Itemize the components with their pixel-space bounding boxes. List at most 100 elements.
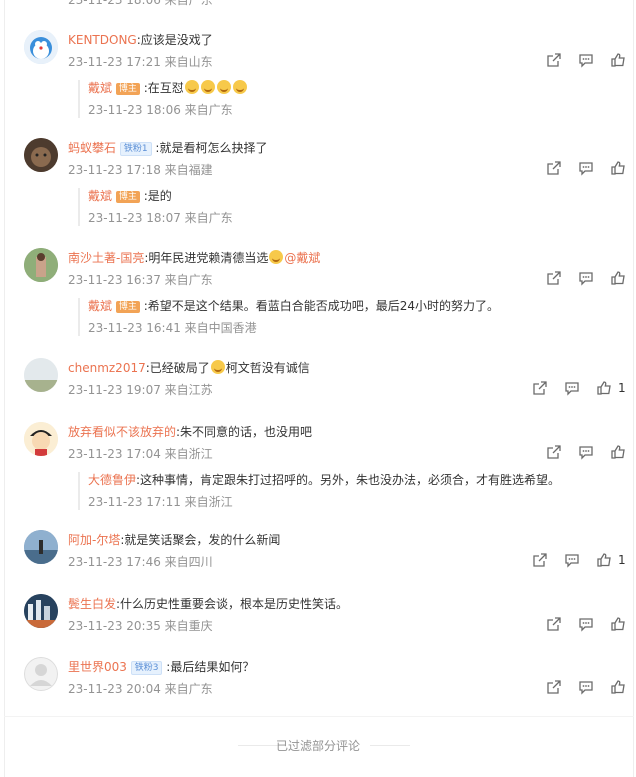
comment-icon[interactable] <box>578 160 594 176</box>
reply-text: :希望不是这个结果。看蓝白合能否成功吧，最后24小时的努力了。 <box>143 299 500 313</box>
avatar[interactable] <box>24 530 58 564</box>
like-icon[interactable] <box>610 616 626 632</box>
comment-text-line: chenmz2017:已经破局了 柯文哲没有诚信 <box>68 360 310 376</box>
share-icon[interactable] <box>546 160 562 176</box>
comment-icon[interactable] <box>578 444 594 460</box>
comment-meta: 23-11-23 17:21 来自山东 <box>68 55 213 69</box>
avatar[interactable] <box>24 358 58 392</box>
comment-text: :最后结果如何？ <box>166 660 255 674</box>
like-button[interactable]: 1 <box>596 552 636 568</box>
reply-text: :在互怼 <box>143 81 184 95</box>
reply-meta: 23-11-23 16:41 来自中国香港 <box>88 321 257 335</box>
comment-text-line: 南沙土著-国亮:明年民进党赖清德当选 @戴斌 <box>68 250 320 266</box>
comment-text-line: KENTDONG:应该是没戏了 <box>68 32 213 48</box>
fan-badge: 铁粉3 <box>130 661 163 675</box>
username-link[interactable]: 阿加-尔塔 <box>68 533 120 547</box>
share-icon[interactable] <box>546 679 562 695</box>
comment-meta: 23-11-23 20:35 来自重庆 <box>68 619 213 633</box>
comment-text: :应该是没戏了 <box>136 33 213 47</box>
reply-text-line: 戴斌 博主 :希望不是这个结果。看蓝白合能否成功吧，最后24小时的努力了。 <box>88 298 636 314</box>
share-icon[interactable] <box>546 270 562 286</box>
like-icon <box>597 553 611 567</box>
reply-text-line: 戴斌 博主 :在互怼 <box>88 80 636 96</box>
avatar[interactable] <box>24 422 58 456</box>
comment-icon[interactable] <box>564 380 580 396</box>
comment-text: :朱不同意的话，也没用吧 <box>176 425 313 439</box>
reply-username-link[interactable]: 戴斌 <box>88 81 112 95</box>
reply-block: 戴斌 博主 :希望不是这个结果。看蓝白合能否成功吧，最后24小时的努力了。 23… <box>78 298 636 336</box>
reply-meta: 23-11-23 17:11 来自浙江 <box>88 495 233 509</box>
laugh-emoji-icon <box>210 360 225 374</box>
comment-text-line: 放弃看似不该放弃的:朱不同意的话，也没用吧 <box>68 424 312 440</box>
avatar[interactable] <box>24 657 58 691</box>
share-icon[interactable] <box>546 444 562 460</box>
username-link[interactable]: 放弃看似不该放弃的 <box>68 425 176 439</box>
username-link[interactable]: KENTDONG <box>68 33 137 47</box>
comment-icon[interactable] <box>578 679 594 695</box>
host-badge: 博主 <box>115 83 140 95</box>
comment-text: :明年民进党赖清德当选 <box>144 251 269 265</box>
reply-block: 戴斌 博主 :在互怼 23-11-23 18:06 来自广东 <box>78 80 636 118</box>
like-icon[interactable] <box>610 679 626 695</box>
partial-reply-meta: 23-11-23 18:06 来自广东 <box>68 0 213 7</box>
comment-meta: 23-11-23 16:37 来自广东 <box>68 273 213 287</box>
host-badge: 博主 <box>115 191 140 203</box>
filtered-notice: 已过滤部分评论 <box>0 736 636 756</box>
reply-block: 戴斌 博主 :是的 23-11-23 18:07 来自广东 <box>78 188 636 226</box>
avatar[interactable] <box>24 138 58 172</box>
comment-icon[interactable] <box>578 52 594 68</box>
host-badge: 博主 <box>115 301 140 313</box>
laugh-emoji-icon <box>232 80 247 94</box>
reply-block: 大德鲁伊:这种事情，肯定跟朱打过招呼的。另外，朱也没办法，必须合，才有胜选希望。… <box>78 472 636 510</box>
username-link[interactable]: 蚂蚁攀石 <box>68 141 116 155</box>
laugh-emoji-icon <box>184 80 199 94</box>
like-icon[interactable] <box>610 270 626 286</box>
username-link[interactable]: 里世界003 <box>68 660 127 674</box>
username-link[interactable]: 南沙土著-国亮 <box>68 251 144 265</box>
reply-text-line: 戴斌 博主 :是的 <box>88 188 636 204</box>
comment-meta: 23-11-23 19:07 来自江苏 <box>68 383 213 397</box>
share-icon[interactable] <box>546 52 562 68</box>
fan-badge: 铁粉1 <box>119 142 152 156</box>
comment-icon[interactable] <box>578 616 594 632</box>
reply-username-link[interactable]: 大德鲁伊 <box>88 473 136 487</box>
smile-emoji-icon <box>269 250 284 264</box>
like-count: 1 <box>618 553 626 567</box>
comment-text: :就是看柯怎么抉择了 <box>155 141 268 155</box>
comment-page: 23-11-23 18:06 来自广东 KENTDONG:应该是没戏了 23-1… <box>0 0 636 777</box>
comment-text-line: 里世界003 铁粉3 :最后结果如何？ <box>68 659 254 675</box>
username-link[interactable]: chenmz2017 <box>68 361 146 375</box>
reply-text: :这种事情，肯定跟朱打过招呼的。另外，朱也没办法，必须合，才有胜选希望。 <box>136 473 561 487</box>
share-icon[interactable] <box>546 616 562 632</box>
comment-meta: 23-11-23 17:18 来自福建 <box>68 163 213 177</box>
username-link[interactable]: 鬓生白发 <box>68 597 116 611</box>
left-border <box>4 0 5 777</box>
like-icon[interactable] <box>610 444 626 460</box>
comment-text: :什么历史性重要会谈，根本是历史性笑话。 <box>116 597 349 611</box>
comment-icon[interactable] <box>564 552 580 568</box>
avatar[interactable] <box>24 248 58 282</box>
avatar[interactable] <box>24 594 58 628</box>
comment-meta: 23-11-23 17:46 来自四川 <box>68 555 213 569</box>
comment-text-line: 蚂蚁攀石 铁粉1 :就是看柯怎么抉择了 <box>68 140 267 156</box>
footer-rule-right <box>370 745 410 746</box>
comment-text: :就是笑话聚会，发的什么新闻 <box>120 533 281 547</box>
comment-text-after: 柯文哲没有诚信 <box>225 361 310 375</box>
share-icon[interactable] <box>532 380 548 396</box>
avatar[interactable] <box>24 30 58 64</box>
mention-link[interactable]: @戴斌 <box>284 251 320 265</box>
laugh-emoji-icon <box>200 80 215 94</box>
comment-meta: 23-11-23 17:04 来自浙江 <box>68 447 213 461</box>
reply-meta: 23-11-23 18:06 来自广东 <box>88 103 233 117</box>
comment-icon[interactable] <box>578 270 594 286</box>
like-icon[interactable] <box>610 52 626 68</box>
comment-text: :已经破局了 <box>145 361 210 375</box>
share-icon[interactable] <box>532 552 548 568</box>
comment-text-line: 阿加-尔塔:就是笑话聚会，发的什么新闻 <box>68 532 280 548</box>
like-button[interactable]: 1 <box>596 380 636 396</box>
comment-text-line: 鬓生白发:什么历史性重要会谈，根本是历史性笑话。 <box>68 596 348 612</box>
like-icon[interactable] <box>610 160 626 176</box>
reply-username-link[interactable]: 戴斌 <box>88 299 112 313</box>
reply-text-line: 大德鲁伊:这种事情，肯定跟朱打过招呼的。另外，朱也没办法，必须合，才有胜选希望。 <box>88 472 636 488</box>
reply-username-link[interactable]: 戴斌 <box>88 189 112 203</box>
